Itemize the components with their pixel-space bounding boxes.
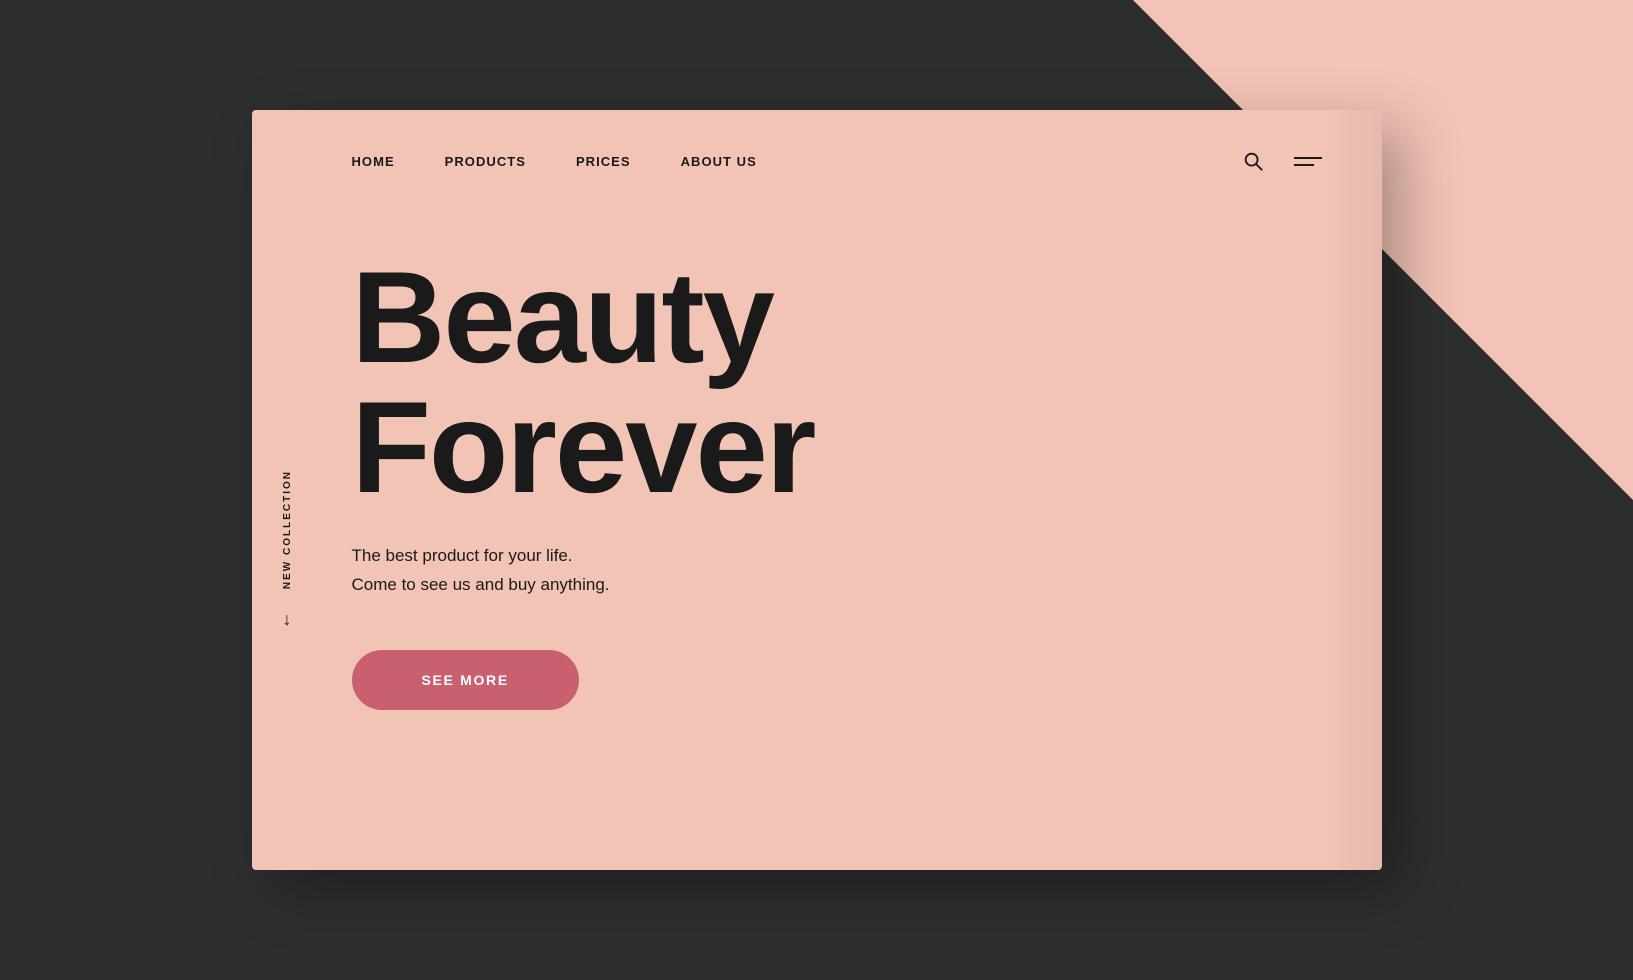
nav-home[interactable]: HOME — [352, 154, 395, 169]
nav-prices[interactable]: PRICES — [576, 154, 631, 169]
nav-icons — [1242, 150, 1322, 172]
scroll-down-arrow: ↓ — [283, 609, 292, 630]
navbar: HOME PRODUCTS PRICES ABOUT US — [252, 110, 1382, 192]
nav-about-us[interactable]: ABOUT US — [681, 154, 757, 169]
new-collection-text: NEW COLLECTION — [282, 470, 293, 589]
see-more-button[interactable]: SEE MORE — [352, 650, 579, 710]
hamburger-line-1 — [1294, 157, 1322, 159]
nav-products[interactable]: PRODUCTS — [445, 154, 526, 169]
search-icon[interactable] — [1242, 150, 1264, 172]
main-content: NEW COLLECTION ↓ Beauty Forever The best… — [252, 192, 1382, 710]
nav-links: HOME PRODUCTS PRICES ABOUT US — [352, 154, 757, 169]
hero-title: Beauty Forever — [352, 252, 1382, 512]
hamburger-line-2 — [1294, 164, 1314, 166]
menu-icon[interactable] — [1294, 157, 1322, 166]
side-collection-label: NEW COLLECTION ↓ — [282, 470, 293, 630]
main-card: HOME PRODUCTS PRICES ABOUT US NEW COLLEC… — [252, 110, 1382, 870]
hero-subtitle: The best product for your life. Come to … — [352, 542, 752, 600]
